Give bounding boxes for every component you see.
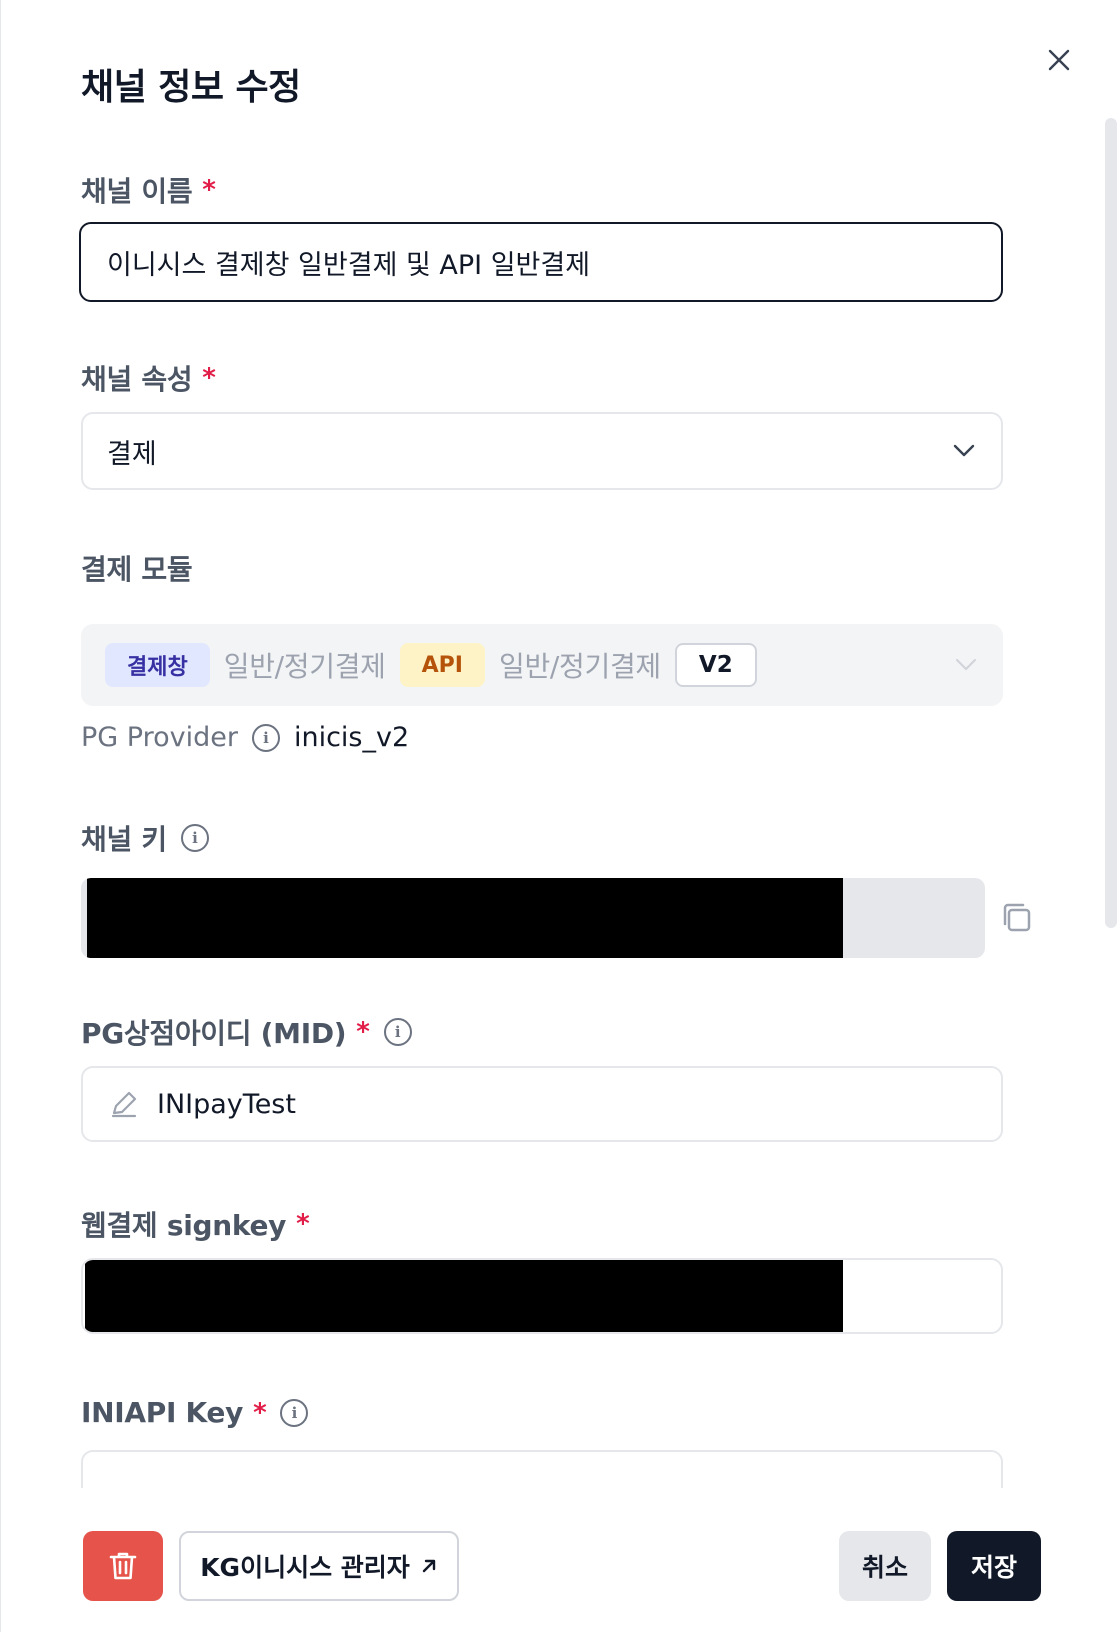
pg-provider-line: PG Provider i inicis_v2 <box>81 722 409 753</box>
required-mark: * <box>356 1017 370 1047</box>
info-icon[interactable]: i <box>280 1398 309 1427</box>
mid-label: PG상점아이디 (MID) * i <box>81 1012 412 1052</box>
channel-name-label: 채널 이름 * <box>81 170 216 210</box>
chevron-down-icon <box>953 444 975 457</box>
chip-version: V2 <box>674 643 757 687</box>
pencil-icon <box>111 1091 137 1118</box>
trash-icon <box>109 1552 137 1580</box>
channel-attribute-label: 채널 속성 * <box>81 358 216 398</box>
iniapi-key-label-text: INIAPI Key <box>81 1396 244 1429</box>
page-title: 채널 정보 수정 <box>81 67 301 108</box>
chevron-down-icon <box>955 658 977 671</box>
mid-label-text: PG상점아이디 (MID) <box>81 1017 347 1050</box>
save-label: 저장 <box>970 1553 1017 1582</box>
scrollbar[interactable] <box>1105 118 1117 928</box>
module-text-2: 일반/정기결제 <box>498 650 661 683</box>
mid-value: INIpayTest <box>157 1088 296 1120</box>
channel-attribute-select[interactable]: 결제 <box>81 412 1003 490</box>
copy-icon[interactable] <box>999 900 1035 936</box>
payment-module-label: 결제 모듈 <box>81 548 193 588</box>
cancel-button[interactable]: 취소 <box>839 1531 931 1601</box>
iniapi-key-label: INIAPI Key * i <box>81 1396 309 1429</box>
payment-module-select: 결제창 일반/정기결제 API 일반/정기결제 V2 <box>81 624 1003 706</box>
web-signkey-label-text: 웹결제 signkey <box>81 1209 287 1242</box>
pg-provider-value: inicis_v2 <box>293 722 410 753</box>
cancel-label: 취소 <box>861 1553 908 1582</box>
close-icon <box>1048 49 1070 71</box>
channel-name-label-text: 채널 이름 <box>81 175 193 208</box>
external-link-icon <box>422 1559 435 1573</box>
web-signkey-label: 웹결제 signkey * <box>81 1204 310 1244</box>
module-text-1: 일반/정기결제 <box>223 650 386 683</box>
channel-key-field <box>81 878 985 958</box>
payment-module-label-text: 결제 모듈 <box>81 553 193 586</box>
kg-admin-button[interactable]: KG이니시스 관리자 <box>179 1531 459 1601</box>
edit-channel-panel: 채널 정보 수정 채널 이름 * 이니시스 결제창 일반결제 및 API 일반결… <box>0 0 1120 1632</box>
pg-provider-key: PG Provider <box>81 722 238 753</box>
chip-payment-window: 결제창 <box>105 643 210 687</box>
chip-api: API <box>399 643 485 687</box>
required-mark: * <box>253 1397 267 1428</box>
web-signkey-input[interactable] <box>81 1258 1003 1334</box>
delete-button[interactable] <box>83 1531 163 1601</box>
close-button[interactable] <box>1041 42 1077 78</box>
channel-attribute-label-text: 채널 속성 <box>81 363 193 396</box>
redacted-block <box>87 878 843 958</box>
redacted-block <box>85 1260 843 1332</box>
required-mark: * <box>296 1209 310 1239</box>
info-icon[interactable]: i <box>251 723 280 752</box>
channel-attribute-value: 결제 <box>107 438 157 470</box>
info-icon[interactable]: i <box>180 824 209 852</box>
required-mark: * <box>202 175 216 205</box>
info-icon[interactable]: i <box>383 1018 412 1046</box>
channel-name-input[interactable]: 이니시스 결제창 일반결제 및 API 일반결제 <box>79 222 1003 302</box>
channel-name-value: 이니시스 결제창 일반결제 및 API 일반결제 <box>107 249 591 281</box>
save-button[interactable]: 저장 <box>947 1531 1041 1601</box>
required-mark: * <box>202 363 216 393</box>
channel-key-label: 채널 키 i <box>81 818 209 858</box>
kg-admin-label: KG이니시스 관리자 <box>200 1553 410 1582</box>
channel-key-label-text: 채널 키 <box>81 823 167 856</box>
mid-input[interactable]: INIpayTest <box>81 1066 1003 1142</box>
